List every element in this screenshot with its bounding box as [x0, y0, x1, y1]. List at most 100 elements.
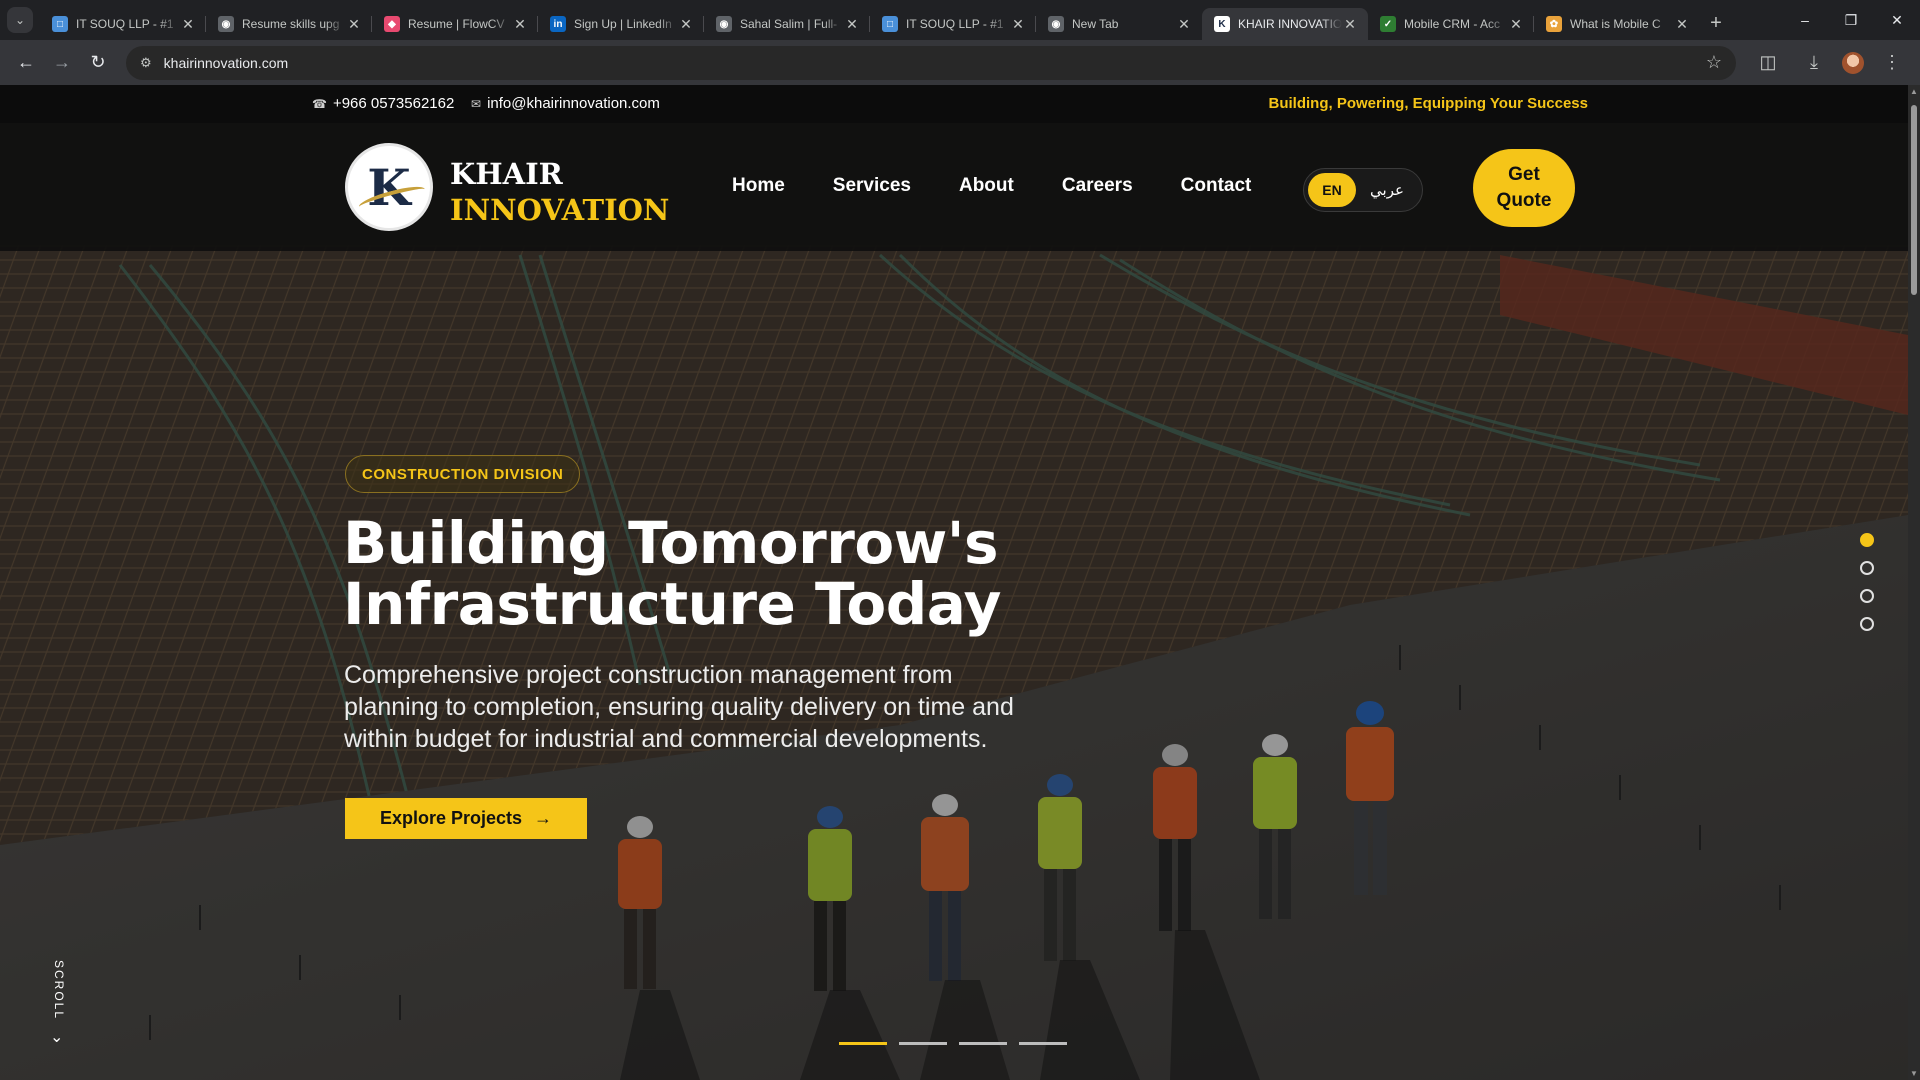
hero-desc-line3: within budget for industrial and commerc… [344, 725, 988, 753]
scroll-up-icon[interactable]: ▲ [1908, 87, 1920, 96]
close-icon[interactable]: ✕ [180, 16, 196, 33]
tab-title: Sahal Salim | Full- [740, 17, 838, 31]
browser-tab[interactable]: □ IT SOUQ LLP - #1 ✕ [870, 8, 1036, 40]
address-bar[interactable]: ⚙ khairinnovation.com ☆ [126, 45, 1736, 80]
phone-icon: ☎ [312, 96, 327, 111]
slide-dot[interactable] [1860, 561, 1874, 575]
top-contact-bar: ☎ +966 0573562162 ✉ info@khairinnovation… [0, 85, 1908, 123]
get-quote-line2: Quote [1496, 190, 1552, 211]
browser-tab-active[interactable]: K KHAIR INNOVATIO ✕ [1202, 8, 1368, 40]
language-toggle[interactable]: EN عربي [1303, 168, 1423, 212]
chevron-down-icon[interactable]: ⌄ [50, 1027, 63, 1047]
tab-title: KHAIR INNOVATIO [1238, 17, 1342, 31]
close-icon[interactable]: ✕ [1508, 16, 1524, 33]
hero-desc-line2: planning to completion, ensuring quality… [344, 693, 1014, 721]
close-icon[interactable]: ✕ [678, 16, 694, 33]
mail-icon: ✉ [471, 96, 482, 111]
phone-contact[interactable]: ☎ +966 0573562162 [312, 95, 454, 112]
browser-tab[interactable]: ◉ New Tab ✕ [1036, 8, 1202, 40]
chevron-down-icon: ⌄ [7, 7, 33, 33]
phone-number[interactable]: +966 0573562162 [333, 95, 454, 112]
tab-title: What is Mobile C [1570, 17, 1661, 31]
close-icon[interactable]: ✕ [1674, 16, 1690, 33]
site-info-icon[interactable]: ⚙ [140, 55, 152, 71]
explore-projects-label: Explore Projects [379, 808, 523, 828]
menu-kebab-icon[interactable]: ⋮ [1874, 45, 1910, 81]
window-controls: – ❐ ✕ [1782, 0, 1920, 40]
blue-app-icon: □ [52, 16, 68, 32]
nav-services[interactable]: Services [833, 175, 911, 197]
close-icon[interactable]: ✕ [1176, 16, 1192, 33]
get-quote-line1: Get [1508, 164, 1540, 186]
get-quote-button[interactable]: Get Quote [1473, 149, 1575, 227]
flowcv-icon: ◆ [384, 16, 400, 32]
slide-dot[interactable] [1860, 533, 1874, 547]
explore-projects-button[interactable]: Explore Projects → [345, 798, 587, 839]
scrollbar-thumb[interactable] [1911, 105, 1917, 295]
browser-tab[interactable]: in Sign Up | LinkedIn ✕ [538, 8, 704, 40]
extensions-icon[interactable]: ◫ [1750, 45, 1786, 81]
close-icon[interactable]: ✕ [1342, 16, 1358, 33]
browser-tab[interactable]: ◆ Resume | FlowCV ✕ [372, 8, 538, 40]
hero-title-line1: Building Tomorrow's [343, 509, 999, 577]
url-text[interactable]: khairinnovation.com [164, 55, 1706, 71]
forward-icon[interactable]: → [44, 45, 80, 81]
company-logo[interactable]: K [345, 143, 433, 231]
reload-icon[interactable]: ↻ [80, 45, 116, 81]
site-header: K KHAIR INNOVATION Home Services About C… [0, 123, 1908, 251]
browser-tab[interactable]: ◉ Resume skills upg ✕ [206, 8, 372, 40]
slide-progress-bar[interactable] [959, 1042, 1007, 1045]
restore-icon[interactable]: ❐ [1828, 0, 1874, 40]
brand-name-line2[interactable]: INNOVATION [450, 193, 669, 227]
close-icon[interactable]: ✕ [512, 16, 528, 33]
tab-title: Resume skills upg [242, 17, 340, 31]
nav-contact[interactable]: Contact [1181, 175, 1252, 197]
arrow-right-icon: → [534, 808, 553, 828]
browser-tab[interactable]: ✿ What is Mobile C ✕ [1534, 8, 1700, 40]
nav-careers[interactable]: Careers [1062, 175, 1133, 197]
browser-tab[interactable]: □ IT SOUQ LLP - #1 ✕ [40, 8, 206, 40]
hero-desc-line1: Comprehensive project construction manag… [344, 661, 953, 689]
browser-tabstrip: ⌄ □ IT SOUQ LLP - #1 ✕ ◉ Resume skills u… [0, 0, 1920, 40]
hero-title: Building Tomorrow's Infrastructure Today [343, 513, 1243, 635]
tab-title: Mobile CRM - Acc [1404, 17, 1501, 31]
slide-dot[interactable] [1860, 617, 1874, 631]
close-icon[interactable]: ✕ [844, 16, 860, 33]
nav-home[interactable]: Home [732, 175, 785, 197]
nav-about[interactable]: About [959, 175, 1014, 197]
slide-dots [1860, 533, 1874, 631]
slide-dot[interactable] [1860, 589, 1874, 603]
email-address[interactable]: info@khairinnovation.com [487, 95, 660, 112]
blue-app-icon: □ [882, 16, 898, 32]
lang-ar-button[interactable]: عربي [1356, 181, 1418, 199]
bookmark-star-icon[interactable]: ☆ [1706, 52, 1722, 73]
browser-tab[interactable]: ✓ Mobile CRM - Acc ✕ [1368, 8, 1534, 40]
back-icon[interactable]: ← [8, 45, 44, 81]
scroll-indicator-label: SCROLL [52, 960, 66, 1021]
slide-progress-bar[interactable] [1019, 1042, 1067, 1045]
minimize-icon[interactable]: – [1782, 0, 1828, 40]
new-tab-button[interactable]: + [1700, 7, 1732, 39]
main-nav: Home Services About Careers Contact [732, 175, 1251, 197]
khair-icon: K [1214, 16, 1230, 32]
close-window-icon[interactable]: ✕ [1874, 0, 1920, 40]
slide-progress-bar[interactable] [839, 1042, 887, 1045]
hero-title-line2: Infrastructure Today [343, 570, 1001, 638]
browser-toolbar: ← → ↻ ⚙ khairinnovation.com ☆ ◫ ⤓ ⋮ [0, 40, 1920, 85]
lang-en-button[interactable]: EN [1308, 173, 1356, 207]
browser-tab[interactable]: ◉ Sahal Salim | Full- ✕ [704, 8, 870, 40]
slide-progress-bar[interactable] [899, 1042, 947, 1045]
download-icon[interactable]: ⤓ [1796, 45, 1832, 81]
email-contact[interactable]: ✉ info@khairinnovation.com [471, 95, 660, 112]
page-scrollbar[interactable]: ▲ ▼ [1908, 85, 1920, 1080]
division-badge: CONSTRUCTION DIVISION [345, 455, 581, 493]
close-icon[interactable]: ✕ [346, 16, 362, 33]
tab-search-button[interactable]: ⌄ [0, 0, 40, 40]
tab-title: Resume | FlowCV [408, 17, 505, 31]
close-icon[interactable]: ✕ [1010, 16, 1026, 33]
linkedin-icon: in [550, 16, 566, 32]
profile-avatar[interactable] [1842, 51, 1864, 74]
scroll-down-icon[interactable]: ▼ [1908, 1069, 1920, 1078]
brand-name-line1[interactable]: KHAIR [450, 157, 563, 191]
crm-icon: ✓ [1380, 16, 1396, 32]
